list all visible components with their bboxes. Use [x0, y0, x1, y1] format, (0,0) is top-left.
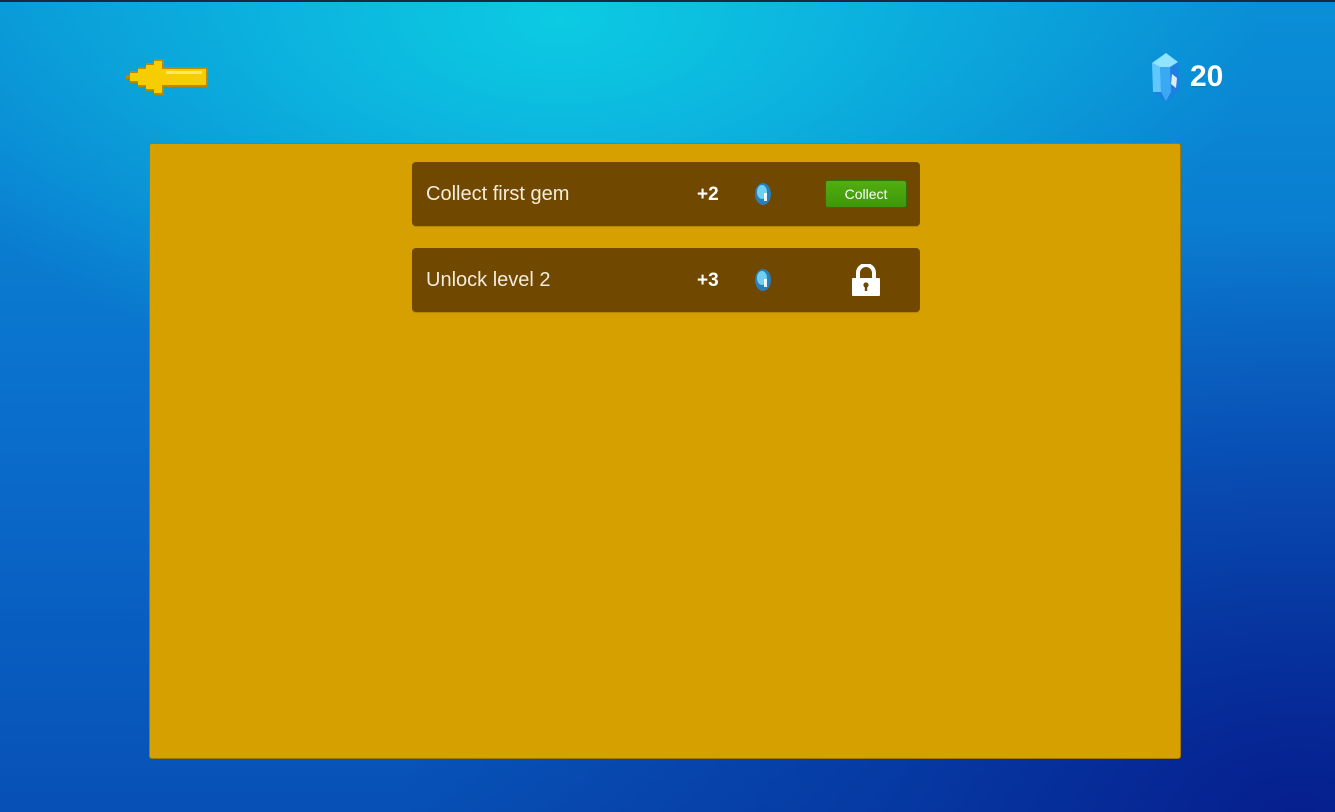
- gem-icon: [755, 183, 771, 205]
- achievement-reward: +3: [697, 270, 719, 291]
- achievement-row: Unlock level 2 +3: [412, 248, 920, 312]
- back-button[interactable]: [124, 55, 208, 99]
- gem-counter: 20: [1150, 52, 1240, 102]
- achievement-reward: +2: [697, 184, 719, 205]
- top-border: [0, 0, 1335, 2]
- gem-icon: [755, 269, 771, 291]
- collect-button[interactable]: Collect: [825, 180, 907, 208]
- achievement-title: Collect first gem: [426, 183, 570, 205]
- gem-count: 20: [1190, 60, 1224, 93]
- achievement-title: Unlock level 2: [426, 269, 551, 291]
- gem-icon: [1152, 53, 1180, 101]
- achievement-row: Collect first gem +2 Collect: [412, 162, 920, 226]
- lock-icon: [852, 264, 880, 296]
- achievements-panel: Collect first gem +2 Collect Unlock leve…: [149, 143, 1181, 759]
- back-arrow-icon: [126, 59, 208, 95]
